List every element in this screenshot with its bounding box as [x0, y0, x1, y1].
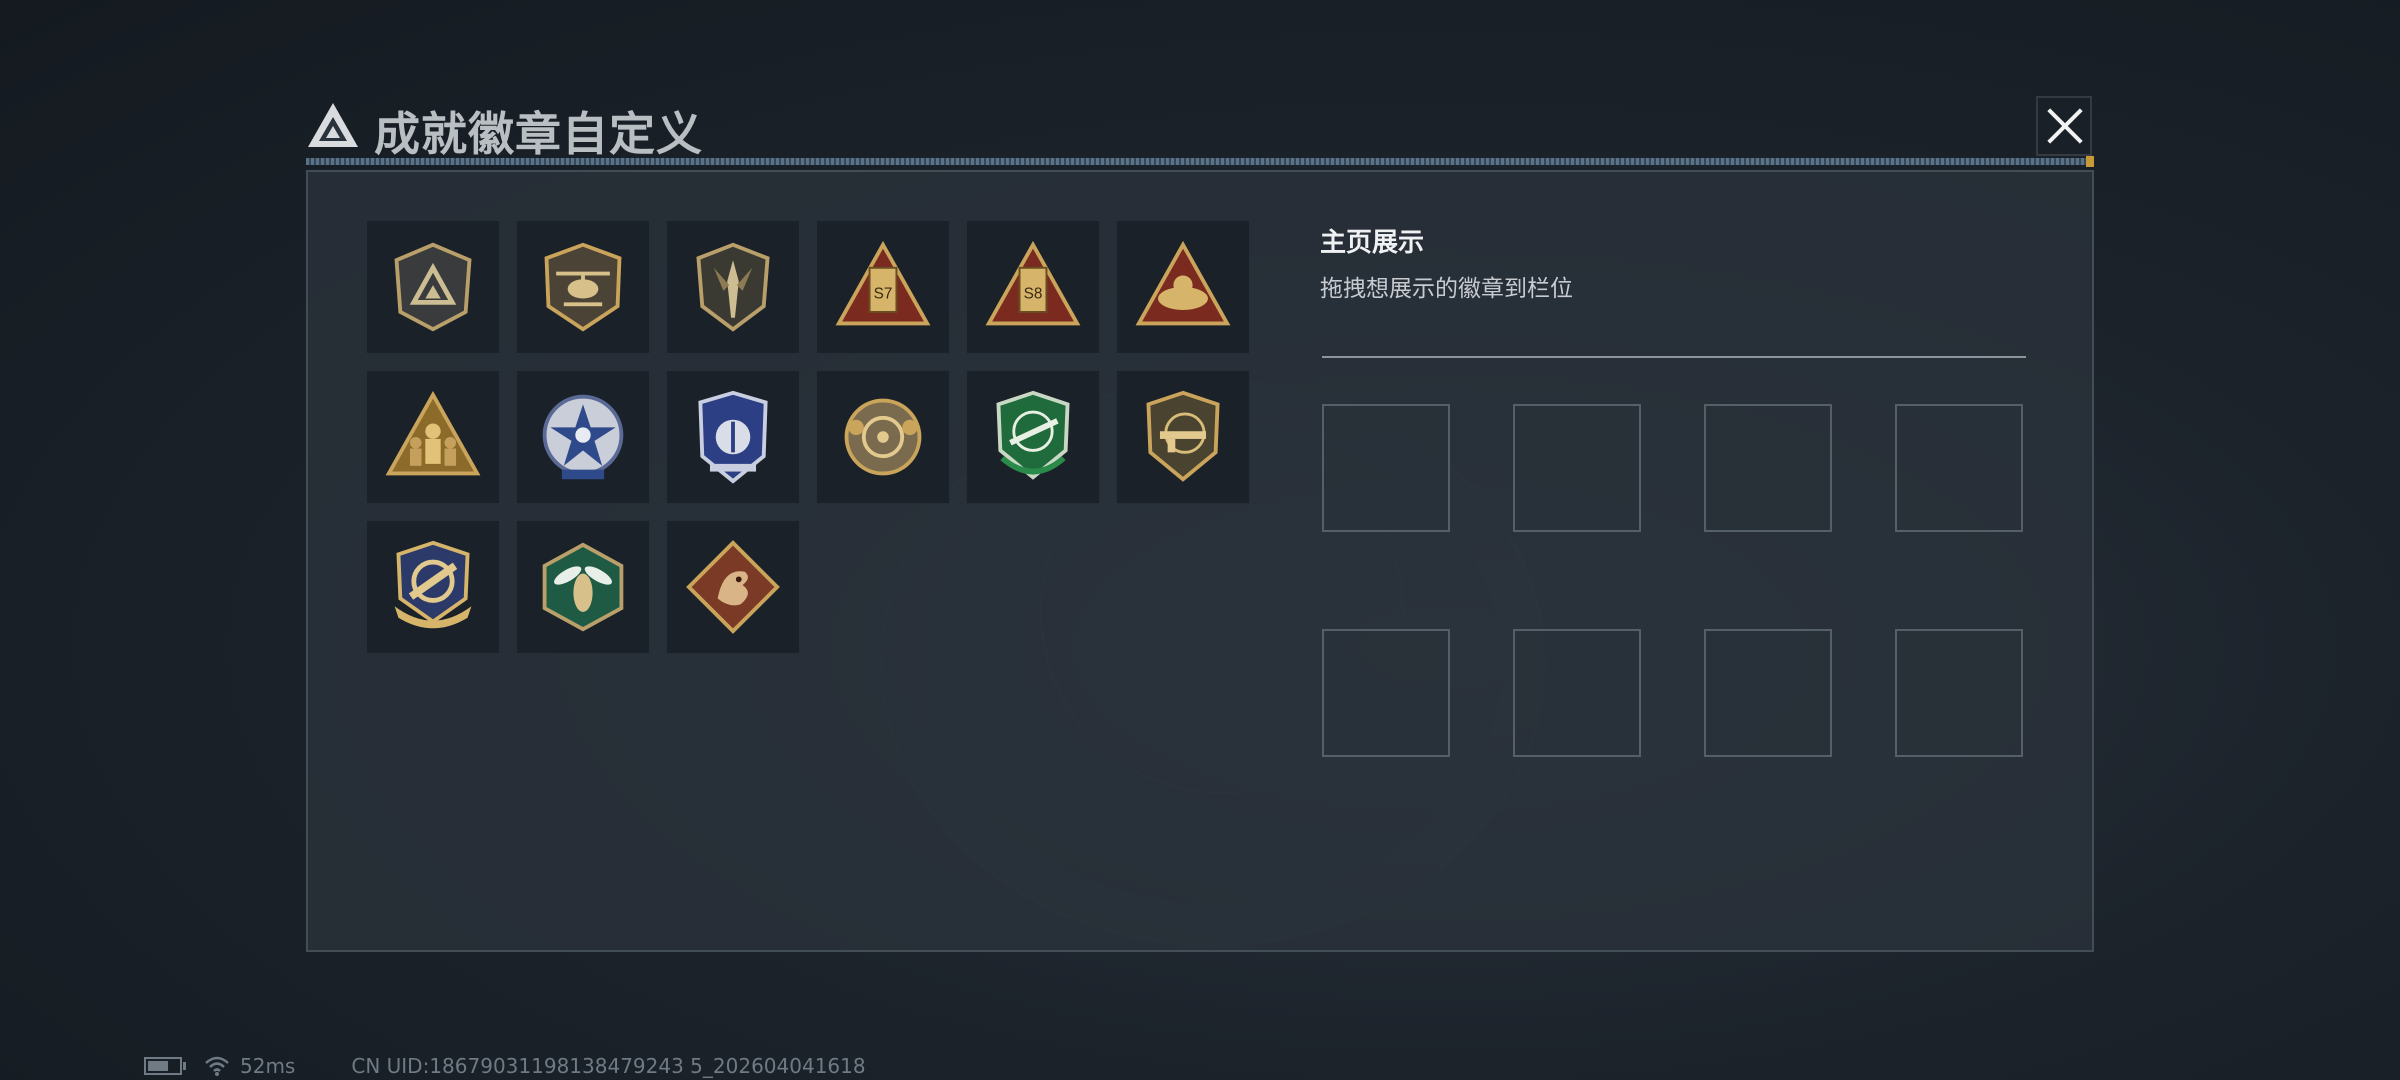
badge-slot[interactable]	[666, 520, 800, 654]
skull-crosshair-badge-icon	[844, 398, 922, 476]
showcase-title: 主页展示	[1320, 228, 1425, 258]
ping-value: 52ms	[240, 1054, 296, 1078]
badge-slot[interactable]	[966, 370, 1100, 504]
badge-slot[interactable]	[1116, 220, 1250, 354]
badge-slot[interactable]	[366, 520, 500, 654]
crosshair-wings-badge-icon	[394, 540, 472, 629]
dragon-diamond-badge-icon	[686, 540, 780, 634]
badge-slot[interactable]	[516, 370, 650, 504]
showcase-instruction: 拖拽想展示的徽章到栏位	[1320, 276, 1573, 302]
squad-triangle-badge-icon	[385, 390, 481, 476]
green-rifle-badge-icon	[996, 390, 1070, 480]
badge-slot[interactable]: S7	[816, 220, 950, 354]
showcase-slot[interactable]	[1513, 629, 1641, 757]
wifi-icon	[205, 1056, 229, 1076]
gold-gun-badge-icon	[1146, 390, 1220, 482]
badge-slot[interactable]: S8	[966, 220, 1100, 354]
user-uid: CN UID:18679031198138479243 5_2026040416…	[351, 1054, 866, 1078]
title-bar: 成就徽章自定义	[298, 90, 2098, 168]
badge-slot[interactable]	[816, 370, 950, 504]
badge-slot[interactable]	[516, 220, 650, 354]
showcase-slot[interactable]	[1322, 629, 1450, 757]
title-divider	[306, 158, 2094, 165]
police-shield-badge-icon	[698, 390, 768, 484]
badge-slot[interactable]	[366, 370, 500, 504]
showcase-slot[interactable]	[1895, 404, 2023, 532]
sunrise-triangle-badge-icon	[1135, 240, 1231, 326]
showcase-slot[interactable]	[1322, 404, 1450, 532]
close-button[interactable]	[2036, 96, 2092, 156]
dagger-shield-badge-icon	[696, 242, 770, 332]
showcase-divider	[1322, 356, 2026, 358]
showcase-slot-grid	[1322, 404, 2023, 757]
badge-label: S7	[874, 286, 893, 303]
badge-customization-panel: S7 S8 主页展示 拖拽想展示的徽章到栏位	[306, 170, 2094, 952]
s8-triangle-badge-icon: S8	[985, 240, 1081, 326]
showcase-slot[interactable]	[1704, 629, 1832, 757]
hornet-hexagon-badge-icon	[542, 542, 624, 632]
badge-grid: S7 S8	[366, 220, 1250, 654]
showcase-slot[interactable]	[1704, 404, 1832, 532]
triangle-logo-icon	[308, 103, 358, 147]
title-divider-accent	[2086, 156, 2094, 167]
showcase-slot[interactable]	[1513, 404, 1641, 532]
showcase-slot[interactable]	[1895, 629, 2023, 757]
homepage-showcase: 主页展示 拖拽想展示的徽章到栏位	[1320, 222, 2032, 757]
page-title: 成就徽章自定义	[374, 107, 703, 161]
status-bar: 52ms CN UID:18679031198138479243 5_20260…	[144, 1054, 866, 1078]
helicopter-badge-icon	[544, 242, 622, 332]
badge-slot[interactable]	[666, 370, 800, 504]
badge-slot[interactable]	[666, 220, 800, 354]
badge-label: S8	[1024, 286, 1043, 303]
shield-triangle-badge-icon	[394, 242, 472, 332]
badge-slot[interactable]	[1116, 370, 1250, 504]
star-badge-icon	[542, 394, 624, 480]
battery-icon	[144, 1057, 186, 1075]
badge-slot[interactable]	[366, 220, 500, 354]
s7-triangle-badge-icon: S7	[835, 240, 931, 326]
badge-slot[interactable]	[516, 520, 650, 654]
